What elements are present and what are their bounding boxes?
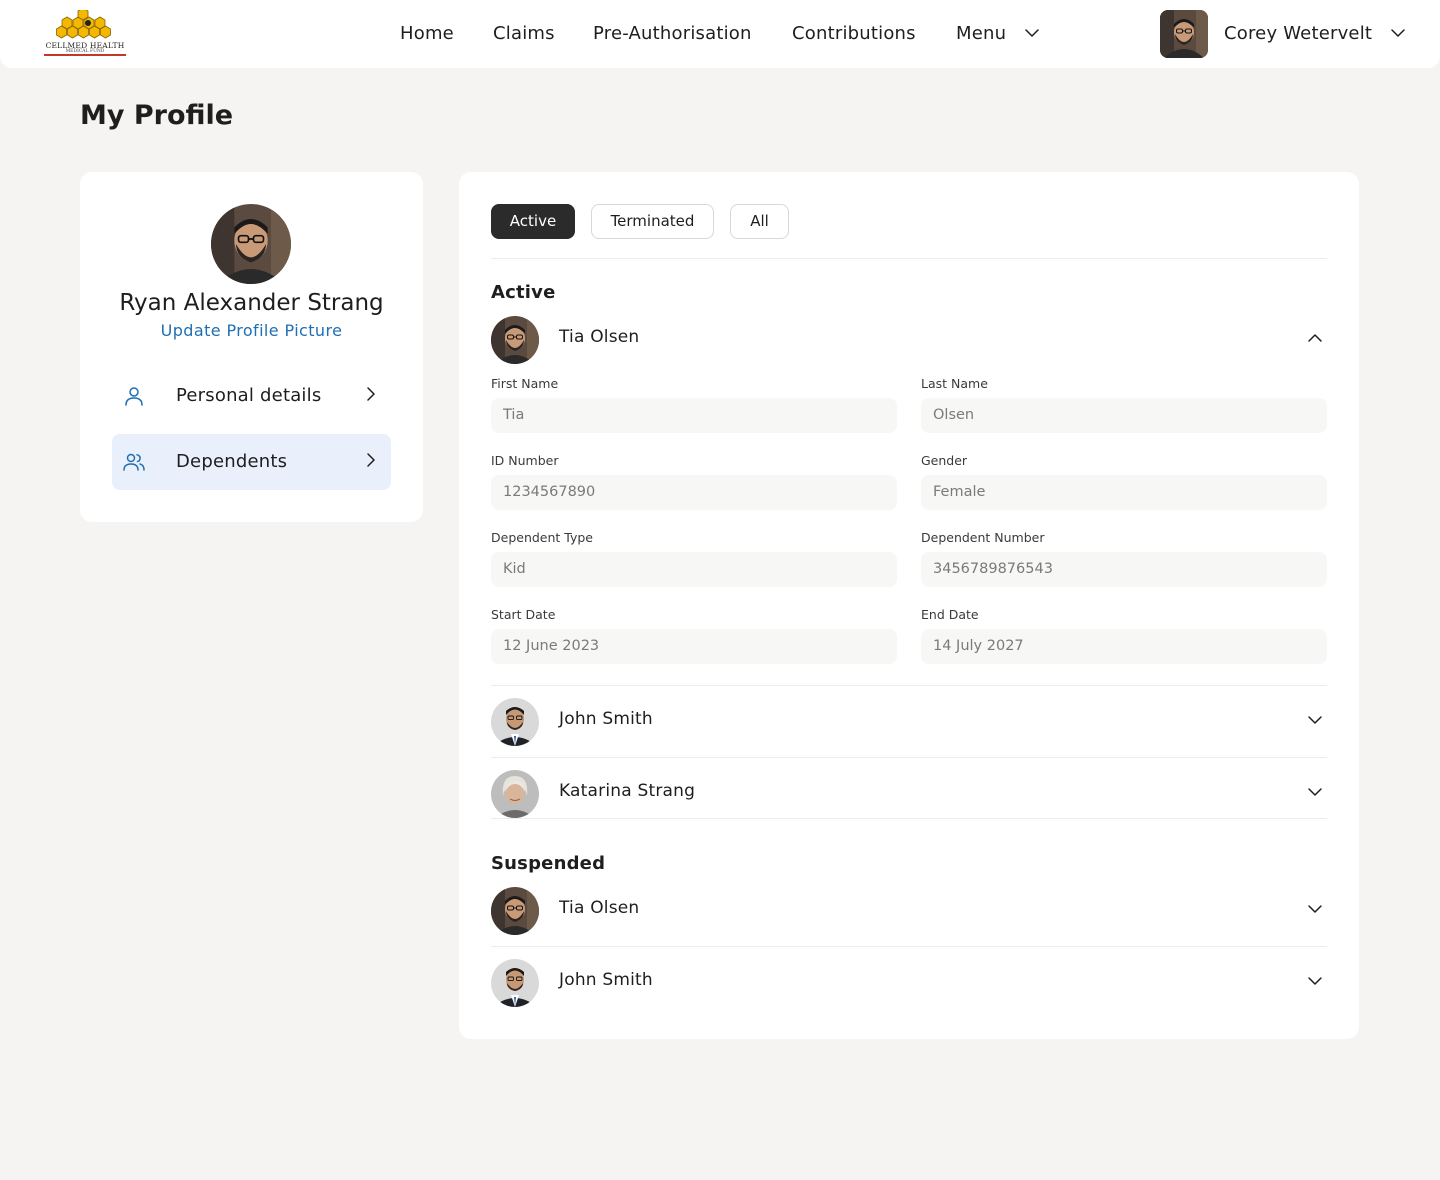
chevron-up-icon[interactable] [1307,330,1323,346]
id-number-label: ID Number [491,453,559,468]
nav-menu-label: Menu [956,23,1007,44]
honeycomb-icon [56,7,111,39]
divider [491,818,1327,819]
dependent-avatar [491,698,539,746]
nav-claims[interactable]: Claims [493,23,555,44]
user-avatar[interactable] [1160,10,1208,58]
sidebar-item-dependents[interactable]: Dependents [112,434,391,490]
end-date-label: End Date [921,607,979,622]
dependent-name: John Smith [559,970,653,990]
update-profile-picture-link[interactable]: Update Profile Picture [80,321,423,340]
last-name-field[interactable] [921,398,1327,433]
dependent-avatar [491,316,539,364]
nav-pre-authorisation[interactable]: Pre-Authorisation [593,23,752,44]
divider [491,258,1327,259]
divider [491,685,1327,686]
dependent-name: John Smith [559,709,653,729]
user-name: Corey Wetervelt [1224,23,1373,44]
sidebar-item-label: Personal details [176,385,322,406]
id-number-field[interactable] [491,475,897,510]
dependent-row[interactable]: John Smith [491,955,1327,1011]
chevron-down-icon [1390,25,1406,41]
chevron-down-icon [1024,25,1040,41]
dependent-type-field[interactable] [491,552,897,587]
dependent-avatar [491,887,539,935]
users-icon [123,453,145,471]
dependent-row[interactable]: Tia Olsen [491,883,1327,939]
start-date-field[interactable] [491,629,897,664]
dependent-name: Tia Olsen [559,327,640,347]
user-icon [125,387,143,406]
dependent-row-expanded[interactable]: Tia Olsen [491,312,1327,368]
divider [491,946,1327,947]
filter-terminated-button[interactable]: Terminated [591,204,714,239]
profile-photo [211,204,291,284]
dependent-avatar [491,959,539,1007]
nav-menu-dropdown[interactable]: Menu [956,23,1040,44]
sidebar-item-label: Dependents [176,451,288,472]
chevron-right-icon [363,452,379,468]
dependent-number-field[interactable] [921,552,1327,587]
dependent-name: Tia Olsen [559,898,640,918]
profile-name: Ryan Alexander Strang [119,290,384,316]
chevron-down-icon[interactable] [1307,712,1323,728]
section-title-suspended: Suspended [491,853,606,874]
brand-logo[interactable]: CELLMED HEALTH MEDICAL FUND [42,7,128,56]
chevron-right-icon [363,386,379,402]
dependent-number-label: Dependent Number [921,530,1045,545]
gender-field[interactable] [921,475,1327,510]
page-title: My Profile [80,100,234,131]
dependent-row[interactable]: Katarina Strang [491,766,1327,822]
filter-active-button[interactable]: Active [491,204,575,239]
divider [491,757,1327,758]
user-menu-dropdown[interactable]: Corey Wetervelt [1224,23,1406,44]
nav-contributions[interactable]: Contributions [792,23,916,44]
sidebar-item-personal-details[interactable]: Personal details [112,368,391,424]
first-name-field[interactable] [491,398,897,433]
nav-home[interactable]: Home [400,23,454,44]
dependent-type-label: Dependent Type [491,530,593,545]
chevron-down-icon[interactable] [1307,973,1323,989]
top-navigation-bar: CELLMED HEALTH MEDICAL FUND Home Claims … [0,0,1440,68]
gender-label: Gender [921,453,968,468]
dependent-avatar [491,770,539,818]
section-title-active: Active [491,282,556,303]
profile-card: Ryan Alexander Strang Update Profile Pic… [80,172,423,522]
first-name-label: First Name [491,376,559,391]
start-date-label: Start Date [491,607,556,622]
dependent-name: Katarina Strang [559,781,696,801]
dependents-panel: Active Terminated All Active Tia Olsen F… [459,172,1359,1039]
last-name-label: Last Name [921,376,988,391]
chevron-down-icon[interactable] [1307,901,1323,917]
chevron-down-icon[interactable] [1307,784,1323,800]
dependent-row[interactable]: John Smith [491,694,1327,750]
filter-all-button[interactable]: All [730,204,789,239]
end-date-field[interactable] [921,629,1327,664]
brand-underline [44,54,126,56]
